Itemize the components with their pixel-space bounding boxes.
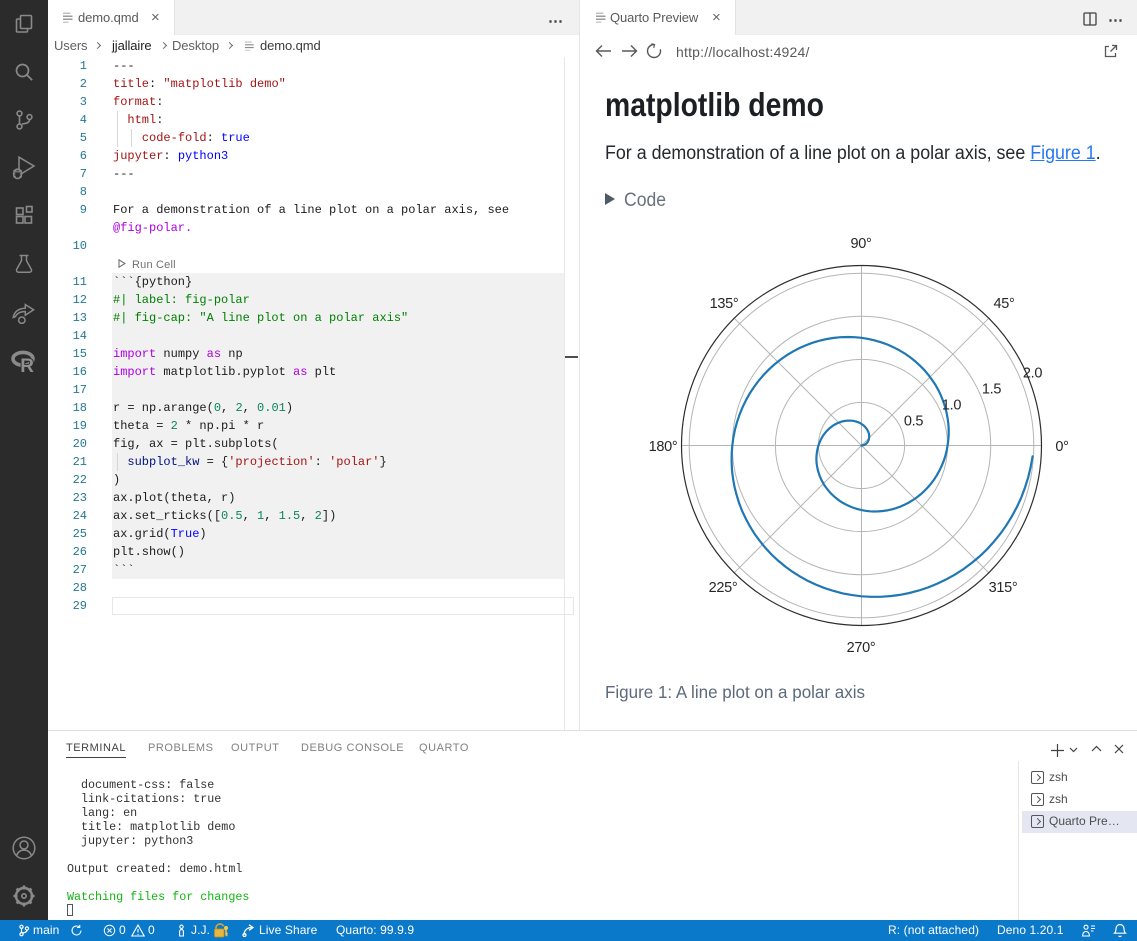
svg-text:315°: 315° — [989, 580, 1018, 596]
svg-text:225°: 225° — [709, 580, 738, 596]
svg-text:90°: 90° — [850, 236, 871, 252]
svg-text:R: R — [20, 356, 34, 373]
svg-text:135°: 135° — [710, 296, 739, 312]
svg-text:0°: 0° — [1055, 439, 1068, 455]
svg-text:270°: 270° — [847, 640, 876, 656]
svg-text:1.0: 1.0 — [942, 398, 961, 414]
svg-text:180°: 180° — [649, 439, 678, 455]
svg-text:2.0: 2.0 — [1023, 366, 1042, 382]
svg-text:1.5: 1.5 — [982, 382, 1001, 398]
svg-text:45°: 45° — [993, 296, 1014, 312]
svg-text:0.5: 0.5 — [904, 414, 923, 430]
